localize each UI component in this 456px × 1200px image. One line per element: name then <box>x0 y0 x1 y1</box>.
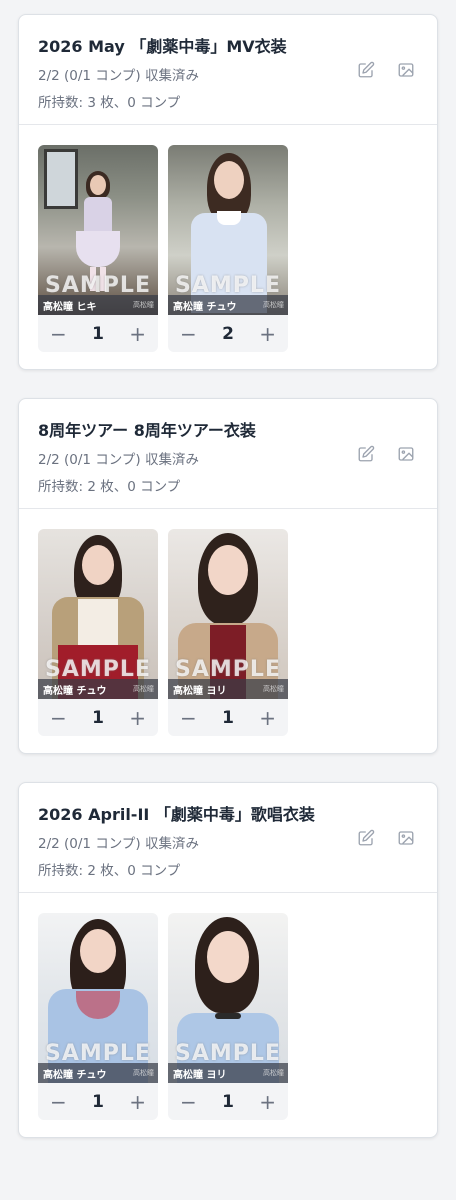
photo-thumbnail[interactable]: SAMPLE 高松瞳 ヨリ 高松瞳 <box>168 529 288 699</box>
quantity-value: 1 <box>92 707 104 728</box>
member-name: 高松瞳 ヨリ <box>173 686 227 697</box>
quantity-value: 1 <box>92 1091 104 1112</box>
card-body: SAMPLE 高松瞳 ヒキ 高松瞳 − 1 + SAMPLE 高松瞳 チュウ 高… <box>19 125 437 370</box>
member-name: 高松瞳 ヒキ <box>43 302 97 313</box>
signature: 高松瞳 <box>133 301 154 309</box>
photo-card-item: SAMPLE 高松瞳 チュウ 高松瞳 − 1 + <box>38 529 158 736</box>
photo-thumbnail[interactable]: SAMPLE 高松瞳 ヒキ 高松瞳 <box>38 145 158 315</box>
member-name-strip: 高松瞳 ヨリ 高松瞳 <box>168 679 288 699</box>
collection-page: 2026 May 「劇薬中毒」MV衣装 2/2 (0/1 コンプ) 収集済み 所… <box>0 0 456 1200</box>
collection-progress: 2/2 (0/1 コンプ) 収集済み <box>38 68 199 84</box>
card-actions <box>357 829 415 847</box>
decrement-button[interactable]: − <box>50 1092 67 1112</box>
collection-card: 8周年ツアー 8周年ツアー衣装 2/2 (0/1 コンプ) 収集済み 所持数: … <box>18 398 438 754</box>
quantity-stepper: − 1 + <box>38 1083 158 1120</box>
photo-card-item: SAMPLE 高松瞳 ヨリ 高松瞳 − 1 + <box>168 529 288 736</box>
photo-card-item: SAMPLE 高松瞳 チュウ 高松瞳 − 2 + <box>168 145 288 352</box>
member-name: 高松瞳 チュウ <box>43 1070 107 1081</box>
collection-card: 2026 April-II 「劇薬中毒」歌唱衣装 2/2 (0/1 コンプ) 収… <box>18 782 438 1138</box>
image-icon[interactable] <box>397 445 415 463</box>
quantity-value: 1 <box>222 707 234 728</box>
photo-card-item: SAMPLE 高松瞳 ヨリ 高松瞳 − 1 + <box>168 913 288 1120</box>
pencil-edit-icon[interactable] <box>357 829 375 847</box>
decrement-button[interactable]: − <box>180 708 197 728</box>
card-actions <box>357 445 415 463</box>
collection-progress: 2/2 (0/1 コンプ) 収集済み <box>38 836 199 852</box>
quantity-stepper: − 2 + <box>168 315 288 352</box>
decrement-button[interactable]: − <box>180 324 197 344</box>
signature: 高松瞳 <box>133 1069 154 1077</box>
owned-count: 所持数: 3 枚、0 コンプ <box>38 95 181 111</box>
owned-count: 所持数: 2 枚、0 コンプ <box>38 863 181 879</box>
increment-button[interactable]: + <box>259 324 276 344</box>
increment-button[interactable]: + <box>259 1092 276 1112</box>
increment-button[interactable]: + <box>259 708 276 728</box>
signature: 高松瞳 <box>133 685 154 693</box>
quantity-stepper: − 1 + <box>38 315 158 352</box>
quantity-value: 1 <box>92 323 104 344</box>
image-icon[interactable] <box>397 829 415 847</box>
signature: 高松瞳 <box>263 301 284 309</box>
increment-button[interactable]: + <box>129 708 146 728</box>
quantity-value: 2 <box>222 323 234 344</box>
pencil-edit-icon[interactable] <box>357 61 375 79</box>
member-name: 高松瞳 チュウ <box>173 302 237 313</box>
card-header: 2026 April-II 「劇薬中毒」歌唱衣装 2/2 (0/1 コンプ) 収… <box>19 783 437 893</box>
member-name: 高松瞳 ヨリ <box>173 1070 227 1081</box>
decrement-button[interactable]: − <box>50 324 67 344</box>
member-name-strip: 高松瞳 ヨリ 高松瞳 <box>168 1063 288 1083</box>
decrement-button[interactable]: − <box>180 1092 197 1112</box>
photo-thumbnail[interactable]: SAMPLE 高松瞳 チュウ 高松瞳 <box>38 913 158 1083</box>
card-body: SAMPLE 高松瞳 チュウ 高松瞳 − 1 + SAMPLE 高松瞳 ヨリ 高… <box>19 509 437 754</box>
card-title: 2026 April-II 「劇薬中毒」歌唱衣装 <box>38 805 315 824</box>
member-name-strip: 高松瞳 チュウ 高松瞳 <box>38 1063 158 1083</box>
signature: 高松瞳 <box>263 1069 284 1077</box>
increment-button[interactable]: + <box>129 324 146 344</box>
collection-card: 2026 May 「劇薬中毒」MV衣装 2/2 (0/1 コンプ) 収集済み 所… <box>18 14 438 370</box>
photo-thumbnail[interactable]: SAMPLE 高松瞳 チュウ 高松瞳 <box>38 529 158 699</box>
member-name-strip: 高松瞳 チュウ 高松瞳 <box>168 295 288 315</box>
collection-progress: 2/2 (0/1 コンプ) 収集済み <box>38 452 199 468</box>
member-name-strip: 高松瞳 ヒキ 高松瞳 <box>38 295 158 315</box>
card-header: 2026 May 「劇薬中毒」MV衣装 2/2 (0/1 コンプ) 収集済み 所… <box>19 15 437 125</box>
increment-button[interactable]: + <box>129 1092 146 1112</box>
card-header: 8周年ツアー 8周年ツアー衣装 2/2 (0/1 コンプ) 収集済み 所持数: … <box>19 399 437 509</box>
photo-thumbnail[interactable]: SAMPLE 高松瞳 ヨリ 高松瞳 <box>168 913 288 1083</box>
quantity-value: 1 <box>222 1091 234 1112</box>
photo-card-item: SAMPLE 高松瞳 ヒキ 高松瞳 − 1 + <box>38 145 158 352</box>
member-name: 高松瞳 チュウ <box>43 686 107 697</box>
image-icon[interactable] <box>397 61 415 79</box>
pencil-edit-icon[interactable] <box>357 445 375 463</box>
quantity-stepper: − 1 + <box>168 699 288 736</box>
owned-count: 所持数: 2 枚、0 コンプ <box>38 479 181 495</box>
photo-thumbnail[interactable]: SAMPLE 高松瞳 チュウ 高松瞳 <box>168 145 288 315</box>
card-title: 2026 May 「劇薬中毒」MV衣装 <box>38 37 287 56</box>
card-actions <box>357 61 415 79</box>
decrement-button[interactable]: − <box>50 708 67 728</box>
quantity-stepper: − 1 + <box>168 1083 288 1120</box>
quantity-stepper: − 1 + <box>38 699 158 736</box>
photo-card-item: SAMPLE 高松瞳 チュウ 高松瞳 − 1 + <box>38 913 158 1120</box>
card-title: 8周年ツアー 8周年ツアー衣装 <box>38 421 256 440</box>
signature: 高松瞳 <box>263 685 284 693</box>
card-body: SAMPLE 高松瞳 チュウ 高松瞳 − 1 + SAMPLE 高松瞳 ヨリ 高… <box>19 893 437 1138</box>
member-name-strip: 高松瞳 チュウ 高松瞳 <box>38 679 158 699</box>
